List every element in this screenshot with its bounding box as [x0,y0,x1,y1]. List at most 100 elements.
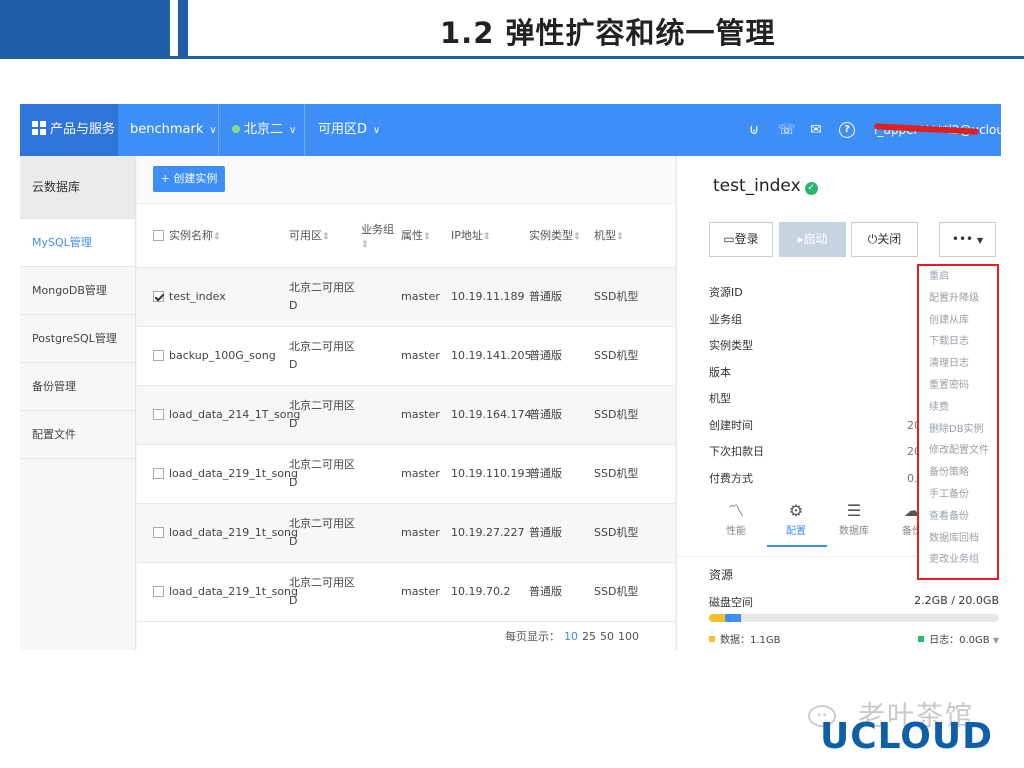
instance-name[interactable]: backup_100G_song [169,326,289,386]
line-chart-icon: 〽 [727,501,744,520]
row-checkbox[interactable] [153,527,164,538]
cart-icon[interactable]: ⊍ [746,122,762,138]
instance-machine: SSD机型 [594,267,675,327]
row-select-cell [137,444,169,504]
instance-name[interactable]: load_data_219_1t_song [169,444,298,504]
menu-item-manual-backup[interactable]: 手工备份 [919,484,997,506]
sidebar-item-backup[interactable]: 备份管理 [20,363,135,411]
prop-label: 下次扣款日 [709,445,764,458]
prop-label: 付费方式 [709,471,753,485]
instance-name[interactable]: test_index [169,267,289,327]
sort-icon: ⇕ [322,232,330,243]
row-checkbox[interactable] [153,586,164,597]
instance-name[interactable]: load_data_219_1t_song [169,503,298,563]
region-selector[interactable]: 北京二 ∨ [232,104,296,156]
menu-item-delete-instance[interactable]: 删除DB实例 [919,419,997,441]
instance-role: master [401,503,451,563]
mail-icon[interactable]: ✉ [808,122,824,138]
menu-item-change-group[interactable]: 更改业务组 [919,549,997,571]
table-header-row: 实例名称⇕ 可用区⇕ 业务组⇕ 属性⇕ IP地址⇕ 实例类型⇕ 机型⇕ [137,204,675,268]
menu-item-resize[interactable]: 配置升降级 [919,288,997,310]
table-row[interactable]: load_data_219_1t_song 北京二可用区D master 10.… [137,562,675,622]
instance-name[interactable]: load_data_219_1t_song [169,562,298,622]
instance-ip: 10.19.141.205 [451,326,531,386]
menu-item-view-backups[interactable]: 查看备份 [919,506,997,528]
tab-config[interactable]: ⚙ 配置 [767,500,825,537]
instance-type: 普通版 [529,326,594,386]
menu-item-backup-policy[interactable]: 备份策略 [919,462,997,484]
prop-label: 版本 [709,365,731,379]
instance-role: master [401,562,451,622]
products-menu[interactable]: 产品与服务 [20,104,118,156]
region-label: 北京二 [244,122,284,137]
sidebar-item-mysql[interactable]: MySQL管理 [20,219,135,267]
caret-down-icon: ▼ [992,636,999,645]
instance-machine: SSD机型 [594,503,675,563]
zone-selector[interactable]: 可用区D ∨ [318,104,380,156]
more-actions-button[interactable]: ••• ▼ [939,222,996,257]
legend-log: 日志：0.0GB ▼ [918,631,999,646]
menu-item-clear-log[interactable]: 清理日志 [919,353,997,375]
sidebar-item-postgresql[interactable]: PostgreSQL管理 [20,315,135,363]
sidebar-item-config-files[interactable]: 配置文件 [20,411,135,459]
login-button[interactable]: ▭登录 [709,222,773,257]
select-all-checkbox[interactable] [153,230,164,242]
row-checkbox[interactable] [153,468,164,479]
login-label: 登录 [734,232,759,246]
table-row[interactable]: test_index 北京二可用区D master 10.19.11.189 普… [137,267,675,327]
header-rule [0,56,1024,59]
header-decoration-bar [178,0,188,56]
page-size-10[interactable]: 10 [564,630,578,643]
legend-data: 数据：1.1GB [709,631,781,646]
table-row[interactable]: load_data_219_1t_song 北京二可用区D master 10.… [137,444,675,504]
column-header-type[interactable]: 实例类型⇕ [529,204,594,268]
instance-zone: 北京二可用区D [289,503,361,563]
tab-database[interactable]: ☰ 数据库 [825,500,883,537]
tab-performance[interactable]: 〽性能 [707,500,765,537]
column-header-ip[interactable]: IP地址⇕ [451,204,529,268]
row-select-cell [137,385,169,445]
grid-icon [32,121,46,135]
menu-item-reset-password[interactable]: 重置密码 [919,375,997,397]
column-header-role[interactable]: 属性⇕ [401,204,451,268]
tab-label: 性能 [726,526,746,537]
table-row[interactable]: backup_100G_song 北京二可用区D master 10.19.14… [137,326,675,386]
row-select-cell [137,562,169,622]
page-size-50[interactable]: 50 [600,630,614,643]
column-header-name[interactable]: 实例名称⇕ [169,204,289,268]
page-size-25[interactable]: 25 [582,630,596,643]
column-header-group[interactable]: 业务组 ⇕ [361,204,401,268]
ticket-icon[interactable]: ☏ [778,122,796,138]
menu-item-rollback[interactable]: 数据库回档 [919,528,997,550]
table-row[interactable]: load_data_219_1t_song 北京二可用区D master 10.… [137,503,675,563]
sort-icon: ⇕ [361,239,369,250]
disk-space-label: 磁盘空间 [709,596,753,609]
menu-item-download-log[interactable]: 下载日志 [919,331,997,353]
row-checkbox[interactable] [153,350,164,361]
menu-item-renew[interactable]: 续费 [919,397,997,419]
prop-label: 实例类型 [709,339,753,352]
column-header-machine[interactable]: 机型⇕ [594,204,675,268]
help-icon[interactable]: ? [839,122,855,138]
prop-label: 机型 [709,392,731,405]
instance-role: master [401,385,451,445]
row-checkbox[interactable] [153,291,164,302]
row-checkbox[interactable] [153,409,164,420]
project-selector[interactable]: benchmark ∨ [130,104,217,156]
column-header-zone[interactable]: 可用区⇕ [289,204,361,268]
table-row[interactable]: load_data_214_1T_song 北京二可用区D master 10.… [137,385,675,445]
caret-down-icon: ▼ [976,236,984,245]
instance-group [361,267,401,327]
legend-label: 日志：0.0GB [929,635,990,646]
stop-button[interactable]: ⏻关闭 [851,222,918,257]
instance-ip: 10.19.27.227 [451,503,529,563]
menu-item-create-slave[interactable]: 创建从库 [919,310,997,332]
menu-item-edit-config[interactable]: 修改配置文件 [919,440,997,462]
instance-title: test_index [713,176,801,196]
sidebar-item-mongodb[interactable]: MongoDB管理 [20,267,135,315]
menu-item-restart[interactable]: 重启 [919,266,997,288]
instance-name[interactable]: load_data_214_1T_song [169,385,300,445]
create-instance-button[interactable]: + 创建实例 [153,166,225,192]
start-button[interactable]: ▸启动 [779,222,846,257]
page-size-100[interactable]: 100 [618,630,639,643]
